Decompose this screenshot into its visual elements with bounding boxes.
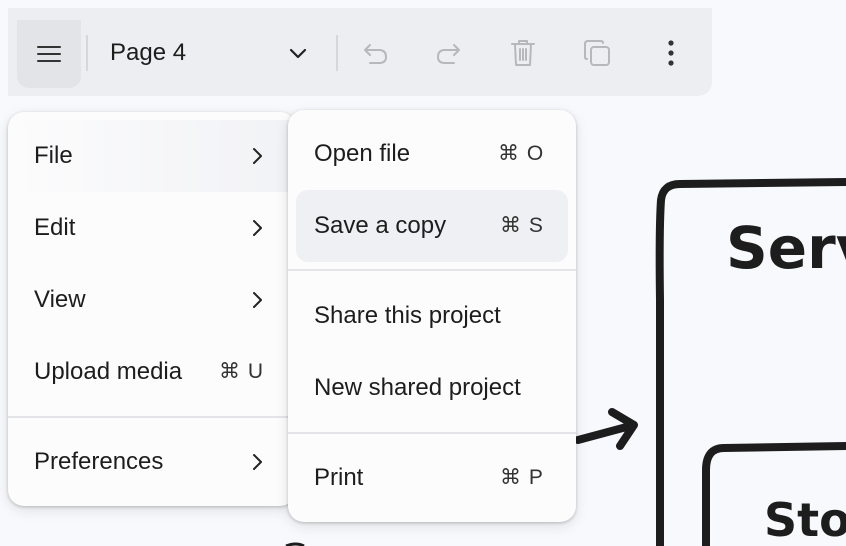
- menu-item-label: Share this project: [314, 302, 501, 329]
- menu-item-label: Preferences: [34, 448, 164, 475]
- menu-icon: [37, 46, 61, 62]
- menu-item-share-project[interactable]: Share this project: [288, 280, 576, 352]
- menu-separator: [288, 432, 576, 434]
- page-dropdown-button[interactable]: [280, 35, 316, 71]
- redo-button[interactable]: [430, 35, 466, 71]
- main-menu-button[interactable]: [17, 20, 81, 88]
- menu-item-new-shared-project[interactable]: New shared project: [288, 352, 576, 424]
- menu-separator: [288, 269, 576, 271]
- chevron-right-icon: [253, 454, 262, 470]
- toolbar-divider: [336, 35, 338, 71]
- duplicate-icon: [584, 40, 610, 66]
- delete-button[interactable]: [505, 35, 541, 71]
- trash-icon: [511, 40, 535, 66]
- chevron-down-icon: [289, 48, 307, 59]
- menu-item-edit[interactable]: Edit: [8, 192, 296, 264]
- menu-separator: [8, 416, 296, 418]
- shortcut-label: ⌘ S: [500, 214, 544, 237]
- shortcut-label: ⌘ O: [498, 142, 545, 165]
- menu-item-label: Print: [314, 464, 364, 491]
- menu-item-view[interactable]: View: [8, 264, 296, 336]
- menu-item-open-file[interactable]: Open file ⌘ O: [288, 118, 576, 190]
- undo-button[interactable]: [358, 35, 394, 71]
- menu-item-file[interactable]: File: [8, 120, 296, 192]
- toolbar: Page 4: [8, 8, 712, 96]
- menu-item-label: File: [34, 142, 73, 169]
- menu-item-save-copy[interactable]: Save a copy ⌘ S: [288, 190, 576, 262]
- menu-item-label: Save a copy: [314, 212, 447, 239]
- shortcut-label: ⌘ U: [219, 360, 264, 383]
- chevron-right-icon: [253, 292, 262, 308]
- shortcut-label: ⌘ P: [500, 466, 544, 489]
- menu-item-label: Edit: [34, 214, 76, 241]
- arrow-shape[interactable]: [574, 408, 638, 450]
- more-vertical-icon: [668, 40, 674, 66]
- duplicate-button[interactable]: [579, 35, 615, 71]
- file-submenu: Open file ⌘ O Save a copy ⌘ S Share this…: [288, 110, 576, 522]
- server-label[interactable]: Serv: [726, 214, 846, 282]
- toolbar-divider: [86, 35, 88, 71]
- undo-icon: [364, 44, 387, 64]
- main-menu: File Edit View Upload media ⌘ U Preferen…: [8, 112, 296, 506]
- chevron-right-icon: [253, 148, 262, 164]
- menu-item-label: Open file: [314, 140, 411, 167]
- menu-item-print[interactable]: Print ⌘ P: [288, 442, 576, 514]
- menu-item-preferences[interactable]: Preferences: [8, 426, 296, 498]
- menu-item-label: New shared project: [314, 374, 521, 401]
- chevron-right-icon: [253, 220, 262, 236]
- menu-item-upload-media[interactable]: Upload media ⌘ U: [8, 336, 296, 408]
- menu-item-label: Upload media: [34, 358, 183, 385]
- more-options-button[interactable]: [653, 35, 689, 71]
- storage-label[interactable]: Sto: [764, 493, 846, 546]
- menu-item-label: View: [34, 286, 86, 313]
- redo-icon: [437, 44, 460, 64]
- page-name[interactable]: Page 4: [110, 36, 186, 70]
